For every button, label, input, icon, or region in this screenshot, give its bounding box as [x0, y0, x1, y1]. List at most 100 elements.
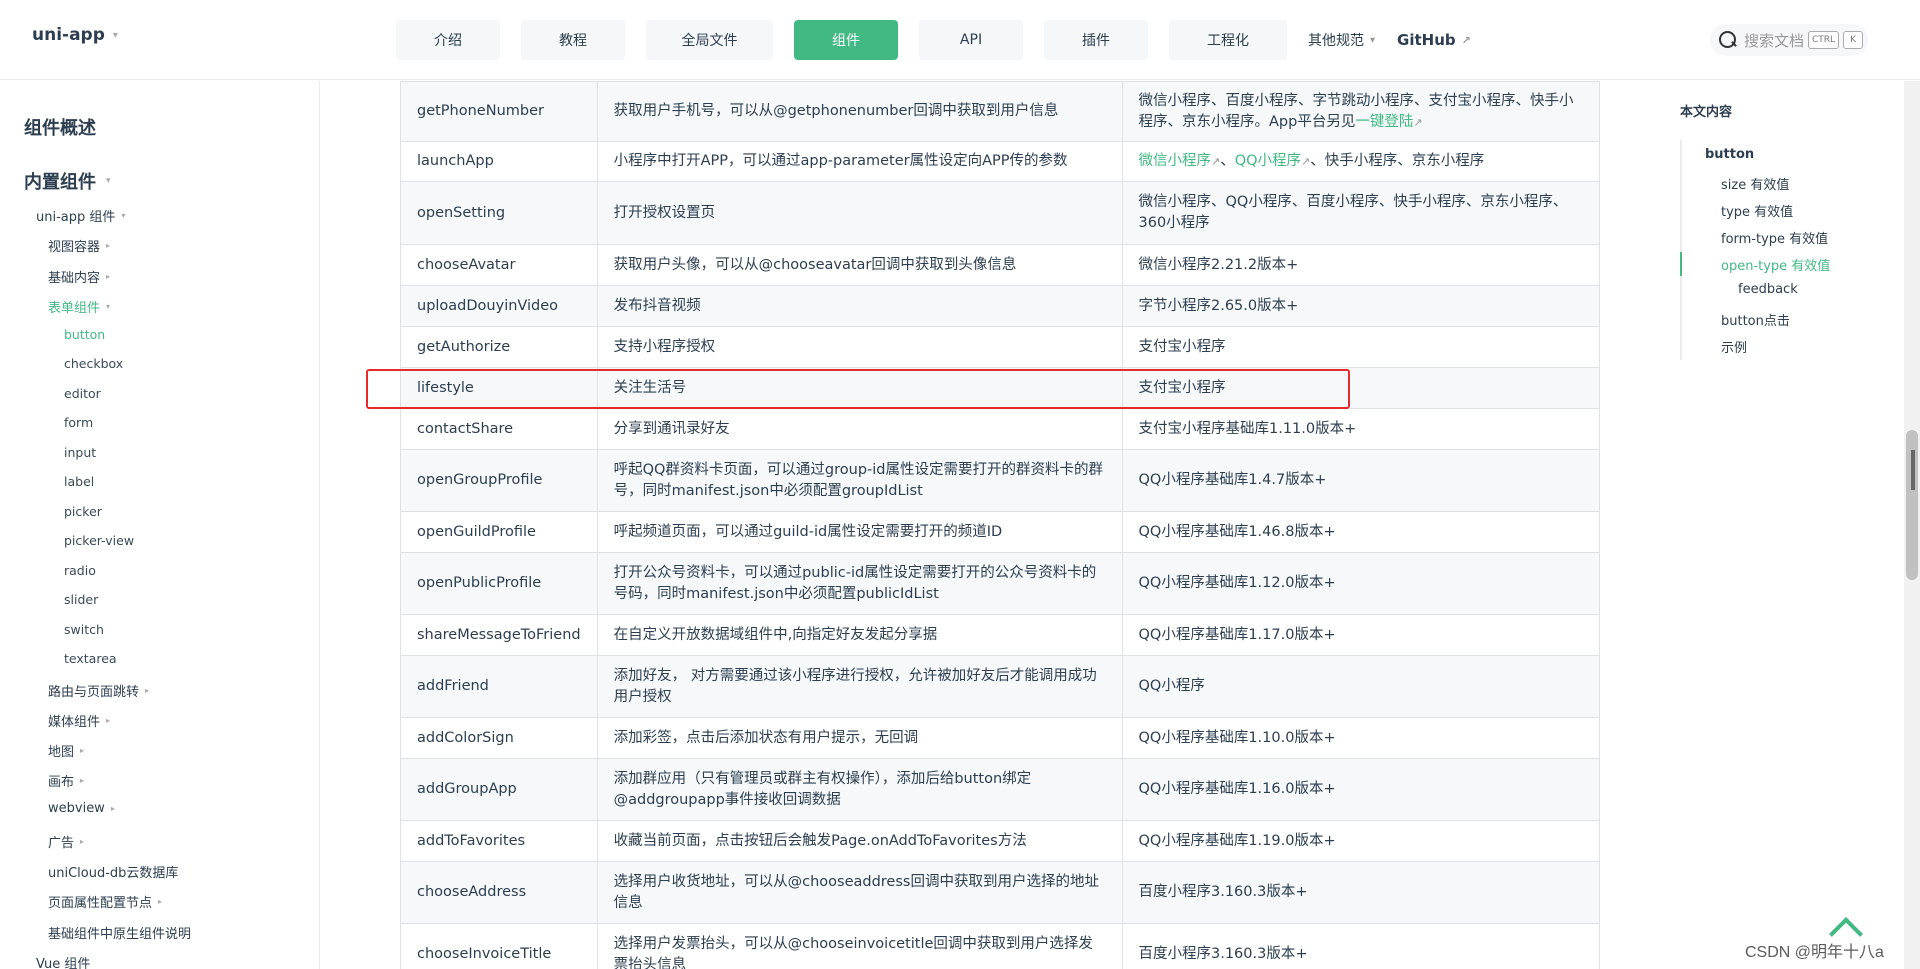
- table-cell-platform: 百度小程序3.160.3版本+: [1121, 861, 1600, 924]
- nav-intro[interactable]: 介绍: [396, 20, 500, 60]
- sidebar-item-canvas[interactable]: 画布 ▸: [48, 771, 84, 790]
- sidebar-item-unicloud-db[interactable]: uniCloud-db云数据库: [48, 862, 178, 881]
- table-row: getPhoneNumber 获取用户手机号，可以从@getphonenumbe…: [400, 81, 1600, 142]
- brand-dropdown-icon[interactable]: ▾: [113, 30, 118, 41]
- nav-tutorial[interactable]: 教程: [521, 20, 625, 60]
- chevron-right-icon: ▸: [80, 776, 85, 785]
- platform-text: 、快手小程序、京东小程序: [1310, 153, 1485, 169]
- table-cell-name: addGroupApp: [400, 758, 598, 821]
- one-click-login-link[interactable]: 一键登陆: [1355, 114, 1413, 130]
- search-box[interactable]: 搜索文档 CTRL K: [1710, 24, 1868, 56]
- brand-logo[interactable]: uni-app ▾: [32, 25, 118, 45]
- nav-plugins[interactable]: 插件: [1044, 20, 1148, 60]
- table-row: contactShare 分享到通讯录好友 支付宝小程序基础库1.11.0版本+: [400, 408, 1600, 450]
- external-link-icon: ↗: [1301, 155, 1311, 168]
- sidebar-item-switch[interactable]: switch: [64, 622, 104, 637]
- toc-item-form-type[interactable]: form-type 有效值: [1721, 228, 1828, 247]
- table-cell-name: lifestyle: [400, 367, 598, 409]
- toc-active-indicator: [1680, 252, 1682, 276]
- table-cell-name: getAuthorize: [400, 326, 598, 368]
- back-to-top-icon[interactable]: [1828, 916, 1864, 936]
- table-row: addFriend 添加好友， 对方需要通过该小程序进行授权，允许被加好友后才能…: [400, 655, 1600, 718]
- sidebar-item-picker[interactable]: picker: [64, 504, 102, 519]
- table-cell-name: openSetting: [400, 181, 598, 245]
- sidebar-item-slider[interactable]: slider: [64, 592, 98, 607]
- open-type-table: getPhoneNumber 获取用户手机号，可以从@getphonenumbe…: [400, 81, 1600, 969]
- table-cell-name: addColorSign: [400, 717, 598, 759]
- table-cell-desc: 添加好友， 对方需要通过该小程序进行授权，允许被加好友后才能调用成功用户授权: [596, 655, 1123, 718]
- sidebar-item-routing[interactable]: 路由与页面跳转 ▸: [48, 681, 149, 700]
- weixin-miniprogram-link[interactable]: 微信小程序: [1139, 153, 1212, 169]
- toc-rail: [1680, 140, 1682, 360]
- shortcut-key-k: K: [1843, 31, 1864, 49]
- sidebar-item-label: 基础内容: [48, 271, 101, 286]
- table-cell-platform: QQ小程序基础库1.10.0版本+: [1121, 717, 1600, 759]
- nav-other-specs[interactable]: 其他规范 ▾: [1308, 30, 1375, 50]
- toc-item-button-click[interactable]: button点击: [1721, 310, 1790, 329]
- sidebar-item-basic-content[interactable]: 基础内容 ▸: [48, 267, 110, 286]
- sidebar-item-checkbox[interactable]: checkbox: [64, 356, 123, 371]
- nav-github[interactable]: GitHub ↗: [1397, 31, 1471, 49]
- chevron-right-icon: ▸: [106, 272, 111, 281]
- table-cell-name: chooseInvoiceTitle: [400, 923, 598, 969]
- table-cell-platform: 微信小程序↗、QQ小程序↗、快手小程序、京东小程序: [1121, 141, 1600, 182]
- qq-miniprogram-link[interactable]: QQ小程序: [1235, 153, 1301, 169]
- sidebar-item-picker-view[interactable]: picker-view: [64, 533, 134, 548]
- main-content: getPhoneNumber 获取用户手机号，可以从@getphonenumbe…: [321, 81, 1650, 969]
- chevron-right-icon: ▸: [80, 746, 85, 755]
- sidebar-builtin[interactable]: 内置组件 ▾: [24, 168, 111, 194]
- sidebar-overview[interactable]: 组件概述: [24, 114, 96, 140]
- table-cell-desc: 选择用户收货地址，可以从@chooseaddress回调中获取到用户选择的地址信…: [596, 861, 1123, 924]
- table-cell-desc: 打开授权设置页: [596, 181, 1123, 245]
- sidebar-item-page-meta[interactable]: 页面属性配置节点 ▸: [48, 892, 162, 911]
- toc-item-open-type[interactable]: open-type 有效值: [1721, 255, 1830, 274]
- chevron-right-icon: ▸: [158, 897, 163, 906]
- sidebar-item-radio[interactable]: radio: [64, 563, 96, 578]
- sidebar-item-form[interactable]: form: [64, 415, 93, 430]
- chevron-down-icon: ▾: [106, 302, 111, 311]
- toc-item-button[interactable]: button: [1705, 147, 1754, 162]
- sidebar-item-vue-components[interactable]: Vue 组件: [36, 953, 90, 969]
- toc-item-type[interactable]: type 有效值: [1721, 201, 1793, 220]
- sidebar-item-label[interactable]: label: [64, 474, 94, 489]
- toc-item-example[interactable]: 示例: [1721, 337, 1747, 356]
- sidebar-item-native-components[interactable]: 基础组件中原生组件说明: [48, 923, 191, 942]
- sidebar-item-uniapp-components[interactable]: uni-app 组件 ▾: [36, 206, 125, 225]
- table-cell-name: chooseAddress: [400, 861, 598, 924]
- table-cell-platform: QQ小程序基础库1.17.0版本+: [1121, 614, 1600, 656]
- table-row: getAuthorize 支持小程序授权 支付宝小程序: [400, 326, 1600, 368]
- sidebar-item-form-components[interactable]: 表单组件 ▾: [48, 297, 110, 316]
- main-nav: 介绍 教程 全局文件 组件 API 插件 工程化 其他规范 ▾ GitHub ↗: [396, 20, 1471, 60]
- nav-api[interactable]: API: [919, 20, 1023, 60]
- nav-engineering[interactable]: 工程化: [1169, 20, 1287, 60]
- sidebar-item-view-container[interactable]: 视图容器 ▸: [48, 236, 110, 255]
- table-row: openPublicProfile 打开公众号资料卡，可以通过public-id…: [400, 552, 1600, 615]
- brand-name: uni-app: [32, 25, 105, 45]
- sidebar-item-map[interactable]: 地图 ▸: [48, 741, 84, 760]
- sidebar-item-textarea[interactable]: textarea: [64, 651, 117, 666]
- nav-components[interactable]: 组件: [794, 20, 898, 60]
- table-row: addColorSign 添加彩签，点击后添加状态有用户提示，无回调 QQ小程序…: [400, 717, 1600, 759]
- sidebar-item-media[interactable]: 媒体组件 ▸: [48, 711, 110, 730]
- external-link-icon: ↗: [1461, 33, 1471, 47]
- sidebar-item-editor[interactable]: editor: [64, 386, 101, 401]
- table-cell-desc: 打开公众号资料卡，可以通过public-id属性设定需要打开的公众号资料卡的号码…: [596, 552, 1123, 615]
- table-cell-desc: 获取用户手机号，可以从@getphonenumber回调中获取到用户信息: [596, 81, 1123, 142]
- sidebar-item-ads[interactable]: 广告 ▸: [48, 832, 84, 851]
- table-cell-name: launchApp: [400, 141, 598, 182]
- chevron-down-icon: ▾: [106, 176, 111, 186]
- table-cell-name: contactShare: [400, 408, 598, 450]
- sidebar-item-webview[interactable]: webview ▸: [48, 801, 115, 816]
- toc-item-feedback[interactable]: feedback: [1738, 282, 1798, 297]
- table-cell-platform: QQ小程序: [1121, 655, 1600, 718]
- shortcut-key-ctrl: CTRL: [1808, 31, 1840, 49]
- toc-item-size[interactable]: size 有效值: [1721, 174, 1789, 193]
- nav-global-files[interactable]: 全局文件: [646, 20, 773, 60]
- chevron-right-icon: ▸: [80, 837, 85, 846]
- chevron-down-icon: ▾: [1370, 34, 1376, 46]
- sidebar-item-button[interactable]: button: [64, 327, 105, 342]
- chevron-right-icon: ▸: [145, 686, 150, 695]
- sidebar-item-input[interactable]: input: [64, 445, 96, 460]
- table-row: openGuildProfile 呼起频道页面，可以通过guild-id属性设定…: [400, 511, 1600, 553]
- table-row: launchApp 小程序中打开APP，可以通过app-parameter属性设…: [400, 141, 1600, 182]
